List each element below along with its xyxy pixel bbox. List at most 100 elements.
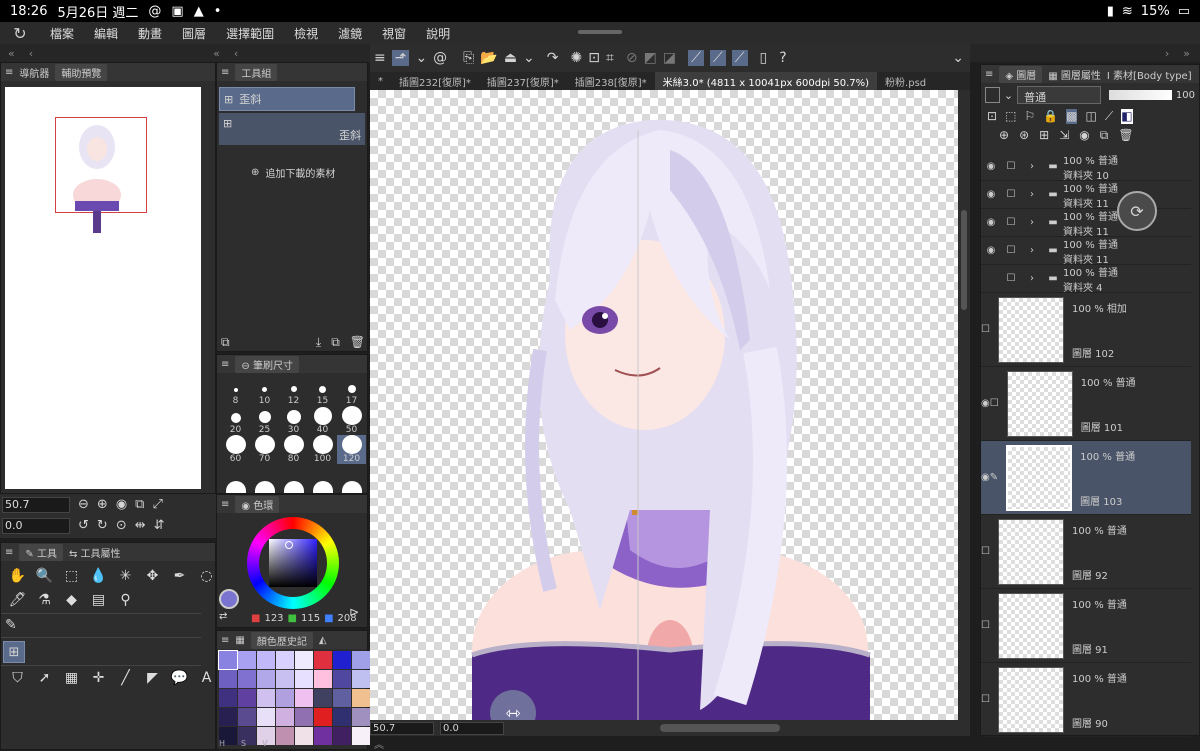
ref-icon[interactable]: ⬚ [1005, 109, 1016, 124]
menu-icon[interactable]: ≡ [5, 67, 13, 78]
color-swatch[interactable] [238, 689, 256, 707]
color-swatch[interactable] [276, 651, 294, 669]
color-swatch[interactable] [314, 651, 332, 669]
help-icon[interactable]: ? [779, 50, 786, 66]
layer-row-selected[interactable]: ◉ ✎ 100 % 普通 圖層 103 [981, 441, 1191, 515]
draft-icon[interactable]: ⚐ [1024, 109, 1035, 124]
color-swatch[interactable] [333, 727, 351, 745]
tools-tab[interactable]: ✎ 工具 [19, 543, 63, 561]
menu-icon[interactable]: ≡ [5, 547, 13, 558]
new-folder-icon[interactable]: ⊞ [1039, 128, 1049, 143]
rotate-right-icon[interactable]: ↻ [97, 518, 108, 533]
rotate-left-icon[interactable]: ↺ [78, 518, 89, 533]
color-swatch[interactable] [352, 670, 370, 688]
pen-sub-icon[interactable]: ✎ [5, 617, 17, 633]
mask-icon[interactable]: ◫ [1085, 109, 1096, 124]
toolgroup-item-skew-2[interactable]: ⊞ 歪斜 [219, 113, 365, 145]
color-picker-handle[interactable] [285, 541, 293, 549]
actual-size-icon[interactable]: ◉ [116, 497, 127, 512]
toolgroup-item-skew-1[interactable]: ⊞ 歪斜 [219, 87, 355, 111]
import-icon[interactable]: ⤓ [316, 335, 321, 350]
hue-ring[interactable] [247, 517, 339, 609]
object-icon[interactable]: ➚ [32, 667, 57, 689]
duplicate-icon[interactable]: ⧉ [331, 335, 340, 350]
footer-zoom[interactable]: 50.7 [370, 721, 434, 735]
chevron-down-icon-2[interactable]: ⌄ [523, 50, 535, 66]
preview-tab[interactable]: 輔助預覽 [55, 63, 108, 81]
line-icon[interactable]: ╱ [113, 667, 138, 689]
color-swatch[interactable] [314, 670, 332, 688]
menu-edit[interactable]: 編輯 [84, 25, 128, 42]
color-swatch[interactable] [218, 650, 238, 670]
color-swatch[interactable] [276, 727, 294, 745]
magnifier-icon[interactable]: 🔍 [32, 565, 57, 587]
layer-row[interactable]: ◉ ☐ 100 % 普通 圖層 101 [981, 367, 1191, 441]
doc-tab-1[interactable]: 插圖232[復原]* [391, 72, 479, 90]
clip-icon[interactable]: ⊡ [987, 109, 997, 124]
layer-row[interactable]: ☐ 100 % 相加 圖層 102 [981, 293, 1191, 367]
hand-icon[interactable]: ✋ [5, 565, 30, 587]
color-swatch[interactable] [276, 670, 294, 688]
chevron-down-icon[interactable]: ⌄ [415, 50, 427, 66]
brush-size-100[interactable]: 100 [308, 435, 337, 464]
color-swatch[interactable] [219, 689, 237, 707]
menu-icon[interactable]: ≡ [985, 69, 993, 80]
layer-color-icon[interactable]: ◧ [1121, 109, 1133, 124]
color-swatch[interactable] [295, 651, 313, 669]
menu-file[interactable]: 檔案 [40, 25, 84, 42]
brush-size-80[interactable]: 80 [279, 435, 308, 464]
fill-area-icon[interactable]: ◩ [644, 50, 657, 66]
ruler-snap-icon-3[interactable]: ⟋ [731, 50, 748, 66]
merge-icon[interactable]: ⇲ [1059, 128, 1069, 143]
new-raster-icon[interactable]: ⊕ [999, 128, 1009, 143]
chevron-left-icon[interactable]: ‹ [29, 47, 33, 60]
frame-icon[interactable]: ▦ [59, 667, 84, 689]
drops-icon[interactable]: 💧 [86, 565, 111, 587]
brush-size-50[interactable]: 50 [337, 406, 366, 435]
footer-angle[interactable]: 0.0 [440, 721, 504, 735]
collapse-left-icon-2[interactable]: « [213, 47, 220, 60]
color-swatch[interactable] [257, 708, 275, 726]
color-swatch[interactable] [295, 708, 313, 726]
blend-mode-select[interactable]: 普通 [1017, 86, 1102, 104]
brush-size-extra-1[interactable] [221, 464, 250, 493]
menu-icon[interactable]: ≡ [221, 635, 229, 646]
layer-row[interactable]: ☐ 100 % 普通 圖層 92 [981, 515, 1191, 589]
saturation-square[interactable] [269, 539, 317, 587]
settings-icon[interactable]: ⧉ [221, 335, 230, 350]
layer-tab[interactable]: ◈ 圖層 [999, 65, 1043, 83]
color-swatch[interactable] [314, 708, 332, 726]
menu-icon[interactable]: ≡ [221, 67, 229, 78]
brush-size-extra-4[interactable] [308, 464, 337, 493]
layer-row[interactable]: ☐ 100 % 普通 圖層 90 [981, 663, 1191, 737]
doc-tab-0[interactable]: * [370, 72, 391, 90]
tool-property-tab[interactable]: ⇆ 工具屬性 [69, 545, 121, 560]
zoom-in-icon[interactable]: ⊕ [97, 497, 108, 512]
fill-icon[interactable]: ⛉ [5, 667, 30, 689]
cross-icon[interactable]: ✛ [86, 667, 111, 689]
color-swatch[interactable] [333, 670, 351, 688]
open-folder-icon[interactable]: 📂 [480, 50, 497, 66]
color-swatch[interactable] [352, 708, 370, 726]
folder-row[interactable]: ◉ ☐ › ▬ 100 % 普通 資料夾 11 [981, 209, 1191, 238]
gradient-icon[interactable]: ▤ [86, 589, 111, 611]
brush-size-17[interactable]: 17 [337, 377, 366, 406]
flip-vertical-icon[interactable]: ⇵ [154, 518, 165, 533]
lock-alpha-icon[interactable]: ▩ [1066, 109, 1078, 124]
layer-property-tab[interactable]: ▦ 圖層屬性 [1048, 67, 1101, 82]
chevron-down-icon-3[interactable]: ⌄ [952, 50, 964, 66]
add-material-button[interactable]: ⊕ 追加下載的素材 [251, 165, 335, 180]
phone-icon[interactable]: ▯ [760, 50, 768, 66]
eraser-icon[interactable]: ◆ [59, 589, 84, 611]
next-icon[interactable]: ⊳ [349, 605, 359, 619]
brush-size-120[interactable]: 120 [337, 435, 366, 464]
color-swatch[interactable] [219, 708, 237, 726]
spiral-icon[interactable]: @ [433, 50, 447, 66]
color-swatch[interactable] [257, 689, 275, 707]
color-swatch[interactable] [238, 651, 256, 669]
fit-screen-icon[interactable]: ⤢ [152, 497, 162, 512]
color-swatch[interactable] [257, 651, 275, 669]
transform-icon[interactable]: ⬏ [391, 50, 410, 66]
angle-value[interactable]: 0.0 [2, 518, 70, 534]
doc-tab-3[interactable]: 插圖238[復原]* [567, 72, 655, 90]
